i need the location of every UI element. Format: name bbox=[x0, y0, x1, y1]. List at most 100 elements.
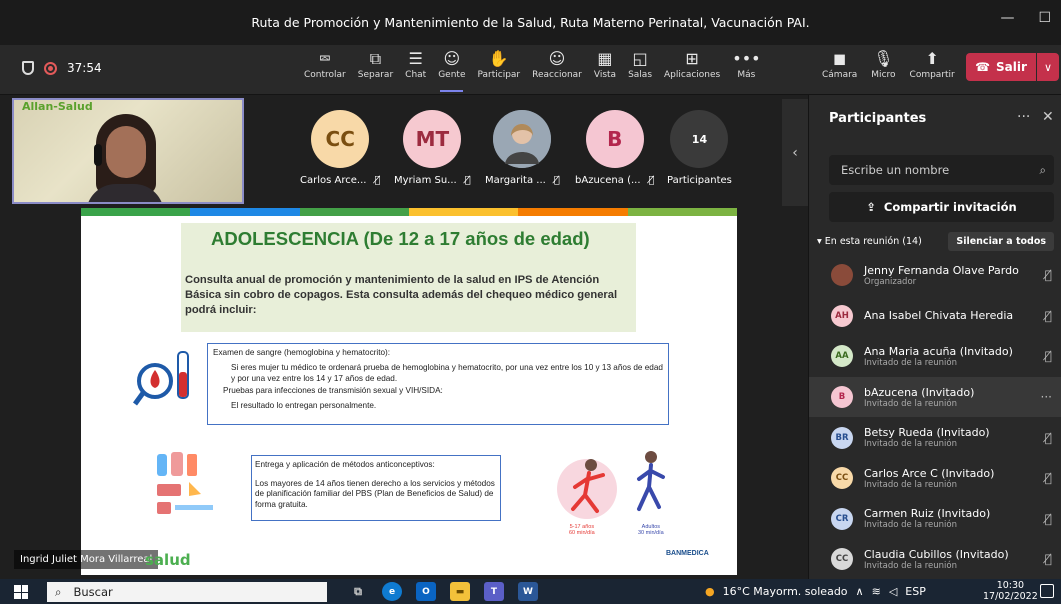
participant-row[interactable]: AA Ana Maria acuña (Invitado) Invitado de … bbox=[809, 336, 1061, 377]
slide-intro: Consulta anual de promoción y mantenimie… bbox=[185, 274, 618, 316]
meeting-actions: ⮹ Controlar ⧉ Separar ☰ Chat ☺ Gente ✋ Participar… bbox=[298, 48, 767, 92]
avatar: 14 bbox=[670, 110, 729, 168]
avatar: BR bbox=[831, 426, 853, 449]
toolbar-button[interactable]: ✋ Participar bbox=[471, 48, 526, 92]
participant-role: Invitado de la reunión bbox=[864, 520, 957, 531]
system-tray: ● 16°C Mayorm. soleado ∧ ≋ ◁ ESP bbox=[705, 579, 926, 604]
mic-off-icon: 🎙̸ bbox=[374, 175, 381, 186]
language-indicator[interactable]: ESP bbox=[905, 585, 926, 598]
toolbar-icon: ✋ bbox=[488, 49, 509, 68]
word-icon[interactable]: W bbox=[518, 582, 538, 601]
toolbar-label: Vista bbox=[593, 70, 617, 80]
blood-test-box: Examen de sangre (hemoglobina y hematocr… bbox=[207, 343, 669, 425]
participant-row[interactable]: AH Ana Isabel Chivata Heredia 🎙̸ bbox=[809, 296, 1061, 337]
participant-row[interactable]: BR Betsy Rueda (Invitado) Invitado de la r… bbox=[809, 417, 1061, 458]
mic-off-icon: 🎙̸ bbox=[648, 175, 655, 186]
participant-row[interactable]: CC Carlos Arce C (Invitado) Invitado de la… bbox=[809, 458, 1061, 499]
chevron-up-icon[interactable]: ∧ bbox=[856, 585, 864, 598]
taskbar-clock[interactable]: 10:30 17/02/2022 bbox=[983, 580, 1038, 602]
box1-line1: Si eres mujer tu médico te ordenará prue… bbox=[231, 363, 663, 383]
participant-tile[interactable]: CC Carlos Arce... 🎙̸ bbox=[300, 110, 380, 186]
file-explorer-icon[interactable]: ▬ bbox=[450, 582, 470, 601]
notification-icon[interactable] bbox=[1040, 584, 1054, 598]
outlook-icon[interactable]: O bbox=[416, 582, 436, 601]
participant-name: Claudia Cubillos (Invitado) bbox=[864, 547, 1009, 561]
avatar bbox=[831, 264, 853, 287]
collapse-gallery-button[interactable]: ‹ bbox=[782, 99, 808, 206]
close-icon[interactable]: ✕ bbox=[1042, 109, 1054, 125]
share-invite-button[interactable]: ⇪ Compartir invitación bbox=[829, 192, 1054, 222]
edge-icon[interactable]: e bbox=[382, 582, 402, 601]
mic-off-icon: 🎙̸ bbox=[464, 175, 471, 186]
box2-title: Entrega y aplicación de métodos anticonc… bbox=[255, 460, 435, 469]
volume-icon[interactable]: ◁ bbox=[889, 585, 897, 598]
toolbar-icon: ⊞ bbox=[685, 49, 699, 68]
toolbar-button[interactable]: ⧉ Separar bbox=[352, 48, 399, 92]
participant-tile[interactable]: 14 Participantes bbox=[667, 110, 732, 186]
more-options-icon[interactable]: ··· bbox=[1041, 390, 1052, 404]
weather-text[interactable]: 16°C Mayorm. soleado bbox=[723, 585, 848, 598]
chevron-left-icon: ‹ bbox=[792, 144, 798, 161]
age-label-youth: 5-17 años 60 min/día bbox=[569, 524, 595, 536]
contraceptives-box: Entrega y aplicación de métodos anticonc… bbox=[251, 455, 501, 521]
photo-avatar-icon bbox=[493, 110, 552, 168]
participants-panel: Participantes ··· ✕ Escribe un nombre ⌕ … bbox=[808, 95, 1061, 579]
toolbar-button[interactable]: ☺ Gente bbox=[432, 48, 471, 92]
participant-tile[interactable]: Margarita ... 🎙̸ bbox=[485, 110, 560, 186]
device-button[interactable]: 🎙 Micro bbox=[864, 48, 902, 92]
device-button[interactable]: ⬆ Compartir bbox=[903, 48, 962, 92]
participant-list: Jenny Fernanda Olave Pardo Organizador 🎙̸ A… bbox=[809, 255, 1061, 580]
participant-search-input[interactable]: Escribe un nombre ⌕ bbox=[829, 155, 1054, 185]
shield-icon bbox=[22, 61, 34, 75]
search-icon: ⌕ bbox=[55, 584, 62, 599]
toolbar-icon: ⮹ bbox=[318, 49, 332, 68]
leave-button[interactable]: ☎ Salir bbox=[966, 53, 1036, 81]
toolbar-button[interactable]: ▦ Vista bbox=[588, 48, 622, 92]
participant-row[interactable]: CR Carmen Ruiz (Invitado) Invitado de la r… bbox=[809, 499, 1061, 540]
toolbar-icon: ⧉ bbox=[369, 49, 382, 68]
participant-name: Carlos Arce C (Invitado) bbox=[864, 466, 995, 480]
participant-row[interactable]: BbAzucena (Invitado) Invitado de la reuni… bbox=[809, 376, 1061, 418]
exercise-illustration bbox=[557, 451, 665, 519]
participant-name: Ana Isabel Chivata Heredia bbox=[864, 309, 1014, 323]
blood-test-icon bbox=[132, 351, 189, 406]
toolbar-button[interactable]: ◱ Salas bbox=[622, 48, 658, 92]
age-label-adults: Adultos 30 min/día bbox=[638, 524, 664, 536]
mute-all-button[interactable]: Silenciar a todos bbox=[948, 231, 1054, 251]
network-icon[interactable]: ≋ bbox=[872, 585, 881, 598]
participant-tile[interactable]: BbAzucena (... 🎙̸ bbox=[575, 110, 655, 186]
meeting-toolbar: 37:54 ⮹ Controlar ⧉ Separar ☰ Chat ☺ Gente ✋ Part… bbox=[0, 45, 1061, 95]
windows-start-icon[interactable] bbox=[14, 585, 28, 599]
more-options-icon[interactable]: ··· bbox=[1017, 109, 1030, 125]
minimize-icon[interactable]: — bbox=[1000, 10, 1014, 26]
leave-label: Salir bbox=[996, 60, 1027, 74]
teams-icon[interactable]: T bbox=[484, 582, 504, 601]
device-button[interactable]: ◼ Cámara bbox=[815, 48, 864, 92]
taskbar-apps: ⧉ e O ▬ T W bbox=[348, 582, 538, 601]
toolbar-button[interactable]: ☰ Chat bbox=[399, 48, 432, 92]
avatar bbox=[493, 110, 552, 168]
self-video[interactable]: Allan-Salud bbox=[12, 98, 244, 204]
participant-role: Organizador bbox=[864, 276, 917, 287]
toolbar-label: Chat bbox=[405, 70, 427, 80]
panel-title: Participantes bbox=[829, 111, 927, 126]
meeting-status: 37:54 bbox=[22, 61, 102, 75]
mic-off-icon: 🎙̸ bbox=[1044, 471, 1052, 486]
participant-name: Betsy Rueda (Invitado) bbox=[864, 426, 990, 440]
device-label: Compartir bbox=[909, 70, 955, 80]
toolbar-icon: ☺ bbox=[443, 49, 461, 68]
maximize-icon[interactable]: ☐ bbox=[1038, 10, 1051, 26]
avatar: MT bbox=[403, 110, 462, 168]
participant-row[interactable]: Jenny Fernanda Olave Pardo Organizador 🎙̸ bbox=[809, 255, 1061, 296]
toolbar-button[interactable]: ⮹ Controlar bbox=[298, 48, 352, 92]
in-meeting-section[interactable]: ▾ En esta reunión (14) Silenciar a todos bbox=[817, 231, 1054, 251]
leave-options-button[interactable]: ∨ bbox=[1037, 53, 1059, 81]
toolbar-button[interactable]: ••• Más bbox=[726, 48, 766, 92]
task-view-icon[interactable]: ⧉ bbox=[348, 582, 368, 601]
participant-tile[interactable]: MT Myriam Su... 🎙̸ bbox=[394, 110, 471, 186]
participant-row[interactable]: CC Claudia Cubillos (Invitado) Invitado de… bbox=[809, 539, 1061, 580]
contraceptives-icon bbox=[157, 452, 213, 514]
toolbar-button[interactable]: ☺ Reaccionar bbox=[526, 48, 588, 92]
taskbar-search[interactable]: ⌕ Buscar bbox=[47, 582, 327, 602]
toolbar-button[interactable]: ⊞ Aplicaciones bbox=[658, 48, 726, 92]
